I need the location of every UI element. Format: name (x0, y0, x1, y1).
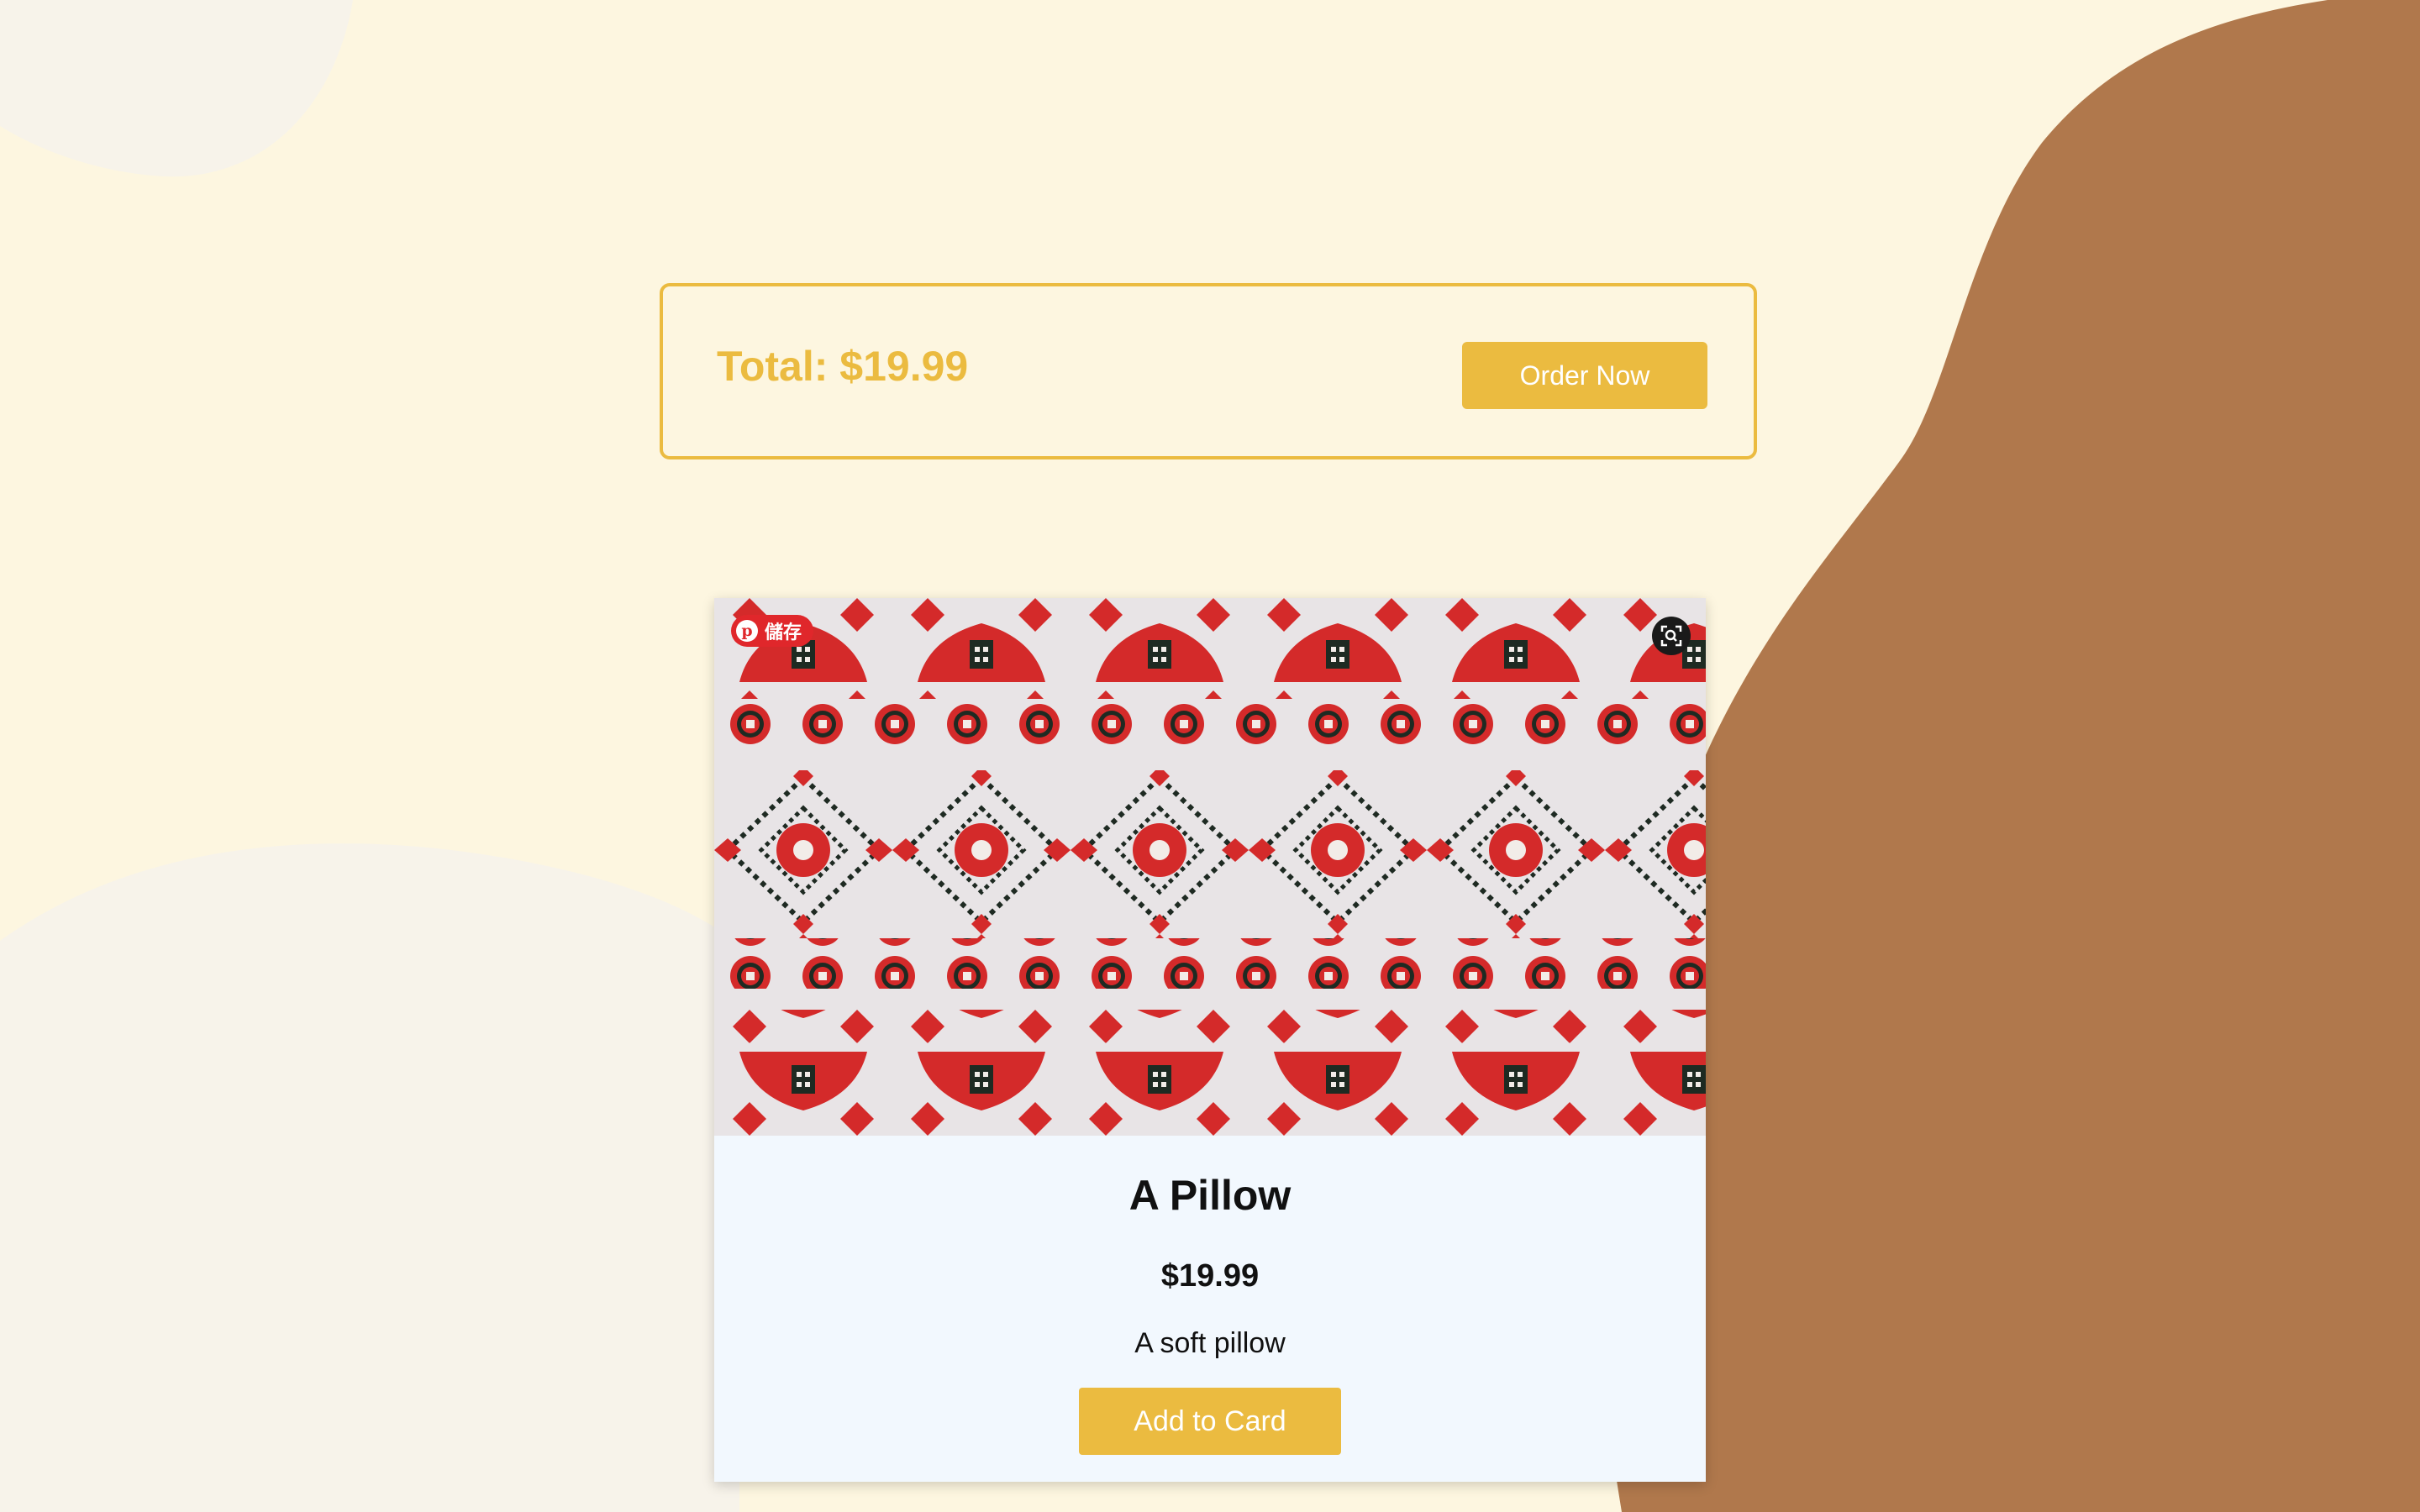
embroidery-pattern (714, 598, 1706, 1136)
order-now-button[interactable]: Order Now (1462, 342, 1707, 409)
brown-blob (1597, 0, 2420, 1512)
page: Total: $19.99 Order Now p 儲存 A Pillow $1… (0, 0, 2420, 1512)
add-to-cart-button[interactable]: Add to Card (1079, 1388, 1341, 1455)
product-description: A soft pillow (1134, 1327, 1286, 1359)
save-label: 儲存 (765, 622, 802, 643)
product-price: $19.99 (1160, 1258, 1260, 1294)
total-price-label: Total: $19.99 (717, 343, 969, 390)
pinterest-save-button[interactable]: p 儲存 (731, 615, 814, 647)
order-summary-box: Total: $19.99 Order Now (660, 283, 1757, 459)
product-card: p 儲存 A Pillow $19.99 A soft pillow Add t… (714, 598, 1706, 1482)
pinterest-icon: p (736, 620, 758, 642)
visual-search-icon[interactable] (1652, 617, 1691, 655)
product-image: p 儲存 (714, 598, 1706, 1136)
product-name: A Pillow (1128, 1172, 1292, 1219)
bottom-left-blob (0, 843, 739, 1512)
top-left-blob (0, 0, 353, 177)
